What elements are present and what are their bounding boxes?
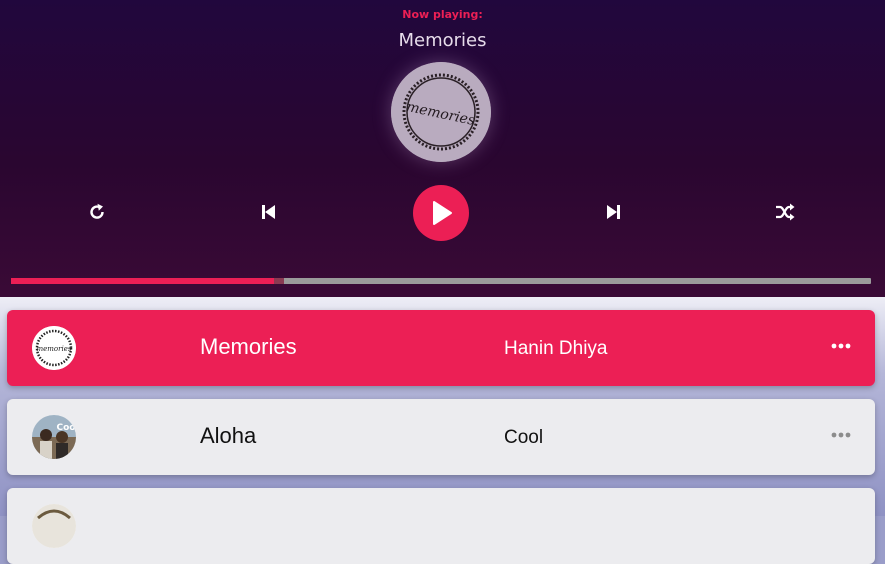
repeat-icon — [90, 203, 104, 219]
shuffle-icon — [776, 203, 795, 221]
song-artist: Hanin Dhiya — [504, 338, 608, 359]
song-artist: Cool — [504, 427, 544, 448]
album-cd-art: memories — [391, 62, 491, 162]
more-options-button[interactable] — [829, 336, 853, 356]
song-item-aloha[interactable]: Coo Aloha Cool — [7, 399, 875, 475]
progress-fill — [11, 278, 278, 284]
play-button[interactable] — [413, 185, 469, 241]
player-dashboard: Now playing: Memories memories — [0, 0, 885, 297]
progress-bar[interactable] — [11, 278, 871, 284]
next-button[interactable] — [593, 192, 633, 232]
song-thumbnail — [32, 504, 76, 548]
song-title: Memories — [200, 334, 297, 359]
play-icon — [433, 201, 452, 225]
svg-text:memories: memories — [37, 345, 72, 353]
now-playing-label: Now playing: — [402, 8, 483, 21]
song-thumbnail: Coo — [32, 415, 76, 459]
more-horizontal-icon — [831, 432, 851, 438]
song-item-memories[interactable]: memories Memories Hanin Dhiya — [7, 310, 875, 386]
song-thumbnail: memories — [32, 326, 76, 370]
song-item[interactable] — [7, 488, 875, 564]
playlist: memories Memories Hanin Dhiya Coo Aloha … — [0, 297, 885, 564]
repeat-button[interactable] — [77, 192, 117, 232]
current-song-title: Memories — [398, 30, 487, 51]
more-options-button[interactable] — [829, 425, 853, 445]
skip-back-icon — [262, 205, 275, 219]
song-title: Aloha — [200, 423, 257, 448]
progress-thumb[interactable] — [273, 278, 284, 284]
previous-button[interactable] — [249, 192, 289, 232]
more-horizontal-icon — [831, 343, 851, 349]
skip-forward-icon — [607, 205, 620, 219]
svg-text:Coo: Coo — [57, 423, 76, 433]
shuffle-button[interactable] — [765, 192, 805, 232]
